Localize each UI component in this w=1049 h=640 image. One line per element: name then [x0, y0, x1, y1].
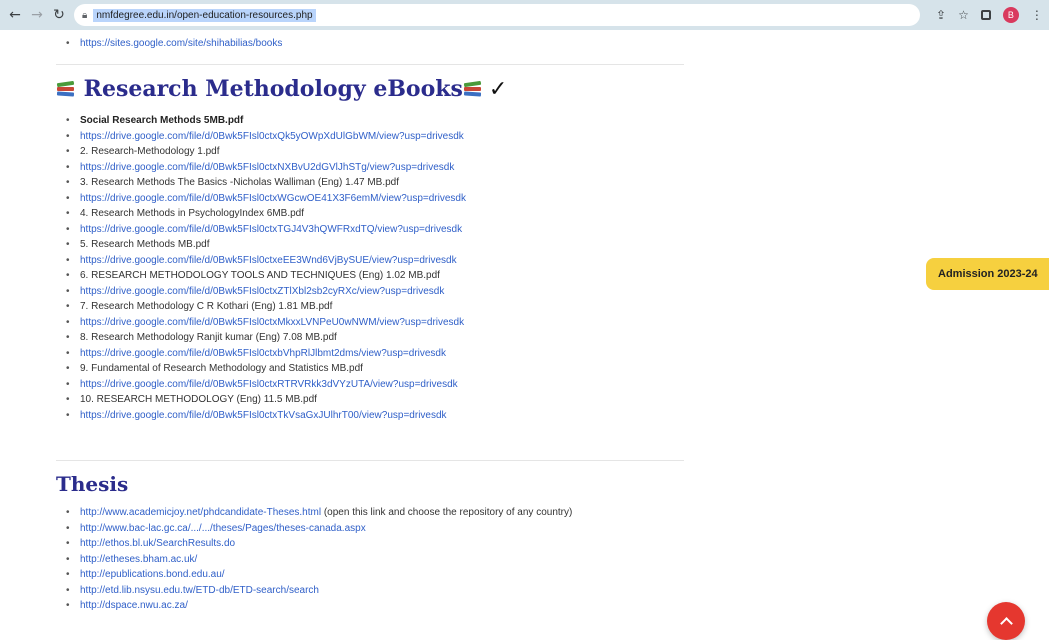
ebook-file-name: 5. Research Methods MB.pdf	[80, 239, 210, 250]
ebook-file-name: 7. Research Methodology C R Kothari (Eng…	[80, 301, 333, 312]
list-item: https://drive.google.com/file/d/0Bwk5FIs…	[66, 315, 466, 331]
list-item: 8. Research Methodology Ranjit kumar (En…	[66, 330, 466, 346]
list-item: https://drive.google.com/file/d/0Bwk5FIs…	[66, 160, 466, 176]
list-item: http://etheses.bham.ac.uk/	[66, 552, 666, 568]
list-item: 9. Fundamental of Research Methodology a…	[66, 361, 466, 377]
books-icon	[56, 80, 76, 97]
ebook-link[interactable]: https://drive.google.com/file/d/0Bwk5FIs…	[80, 131, 464, 142]
page-content: https://sites.google.com/site/shihabilia…	[0, 30, 1049, 640]
list-item: 2. Research-Methodology 1.pdf	[66, 144, 466, 160]
profile-avatar[interactable]: B	[1002, 7, 1019, 23]
ebooks-heading: Research Methodology eBooks ✓	[56, 76, 507, 102]
thesis-link[interactable]: http://etheses.bham.ac.uk/	[80, 554, 197, 565]
ebook-link[interactable]: https://drive.google.com/file/d/0Bwk5FIs…	[80, 286, 444, 297]
ebook-link[interactable]: https://drive.google.com/file/d/0Bwk5FIs…	[80, 410, 447, 421]
thesis-list: http://www.academicjoy.net/phdcandidate-…	[66, 505, 666, 614]
list-item: http://etd.lib.nsysu.edu.tw/ETD-db/ETD-s…	[66, 583, 666, 599]
ebooks-list: Social Research Methods 5MB.pdf https://…	[66, 113, 466, 423]
back-arrow-icon[interactable]: ←	[4, 4, 26, 26]
ebooks-title: Research Methodology eBooks	[83, 76, 463, 102]
list-item: 5. Research Methods MB.pdf	[66, 237, 466, 253]
ebook-link[interactable]: https://drive.google.com/file/d/0Bwk5FIs…	[80, 379, 458, 390]
check-mark-icon: ✓	[488, 77, 508, 102]
list-item: 3. Research Methods The Basics -Nicholas…	[66, 175, 466, 191]
ebook-file-name: 6. RESEARCH METHODOLOGY TOOLS AND TECHNI…	[80, 270, 440, 281]
list-item: http://epublications.bond.edu.au/	[66, 567, 666, 583]
ebook-file-name: 9. Fundamental of Research Methodology a…	[80, 363, 363, 374]
list-item: https://drive.google.com/file/d/0Bwk5FIs…	[66, 408, 466, 424]
address-bar[interactable]: 🔒︎ nmfdegree.edu.in/open-education-resou…	[74, 4, 920, 26]
thesis-link[interactable]: http://etd.lib.nsysu.edu.tw/ETD-db/ETD-s…	[80, 585, 319, 596]
url-text[interactable]: nmfdegree.edu.in/open-education-resource…	[93, 8, 316, 22]
bookmark-star-icon[interactable]: ☆	[958, 8, 969, 22]
list-item: 10. RESEARCH METHODOLOGY (Eng) 11.5 MB.p…	[66, 392, 466, 408]
thesis-note: (open this link and choose the repositor…	[323, 507, 573, 518]
top-link[interactable]: https://sites.google.com/site/shihabilia…	[80, 38, 282, 49]
list-item: http://www.bac-lac.gc.ca/.../.../theses/…	[66, 521, 666, 537]
thesis-link[interactable]: http://www.bac-lac.gc.ca/.../.../theses/…	[80, 523, 366, 534]
top-link-list: https://sites.google.com/site/shihabilia…	[66, 36, 282, 52]
ebook-link[interactable]: https://drive.google.com/file/d/0Bwk5FIs…	[80, 162, 454, 173]
ebook-file-name: 3. Research Methods The Basics -Nicholas…	[80, 177, 400, 188]
chevron-up-icon	[999, 616, 1013, 630]
list-item: 4. Research Methods in PsychologyIndex 6…	[66, 206, 466, 222]
ebook-file-name: 4. Research Methods in PsychologyIndex 6…	[80, 208, 305, 219]
thesis-link[interactable]: http://www.academicjoy.net/phdcandidate-…	[80, 507, 321, 518]
reload-icon[interactable]: ↻	[48, 4, 70, 26]
list-item: https://sites.google.com/site/shihabilia…	[66, 36, 282, 52]
thesis-link[interactable]: http://ethos.bl.uk/SearchResults.do	[80, 538, 235, 549]
ebook-file-name: 8. Research Methodology Ranjit kumar (En…	[80, 332, 337, 343]
thesis-link[interactable]: http://epublications.bond.edu.au/	[80, 569, 225, 580]
list-item: 6. RESEARCH METHODOLOGY TOOLS AND TECHNI…	[66, 268, 466, 284]
share-icon[interactable]: ⇪	[936, 8, 946, 22]
list-item: https://drive.google.com/file/d/0Bwk5FIs…	[66, 377, 466, 393]
list-item: http://dspace.nwu.ac.za/	[66, 598, 666, 614]
list-item: https://drive.google.com/file/d/0Bwk5FIs…	[66, 222, 466, 238]
ebook-file-name: 10. RESEARCH METHODOLOGY (Eng) 11.5 MB.p…	[80, 394, 317, 405]
scroll-to-top-button[interactable]	[987, 602, 1025, 640]
list-item: http://www.academicjoy.net/phdcandidate-…	[66, 505, 666, 521]
forward-arrow-icon[interactable]: →	[26, 4, 48, 26]
ebook-file-name: 2. Research-Methodology 1.pdf	[80, 146, 220, 157]
books-icon	[463, 80, 483, 97]
ebook-link[interactable]: https://drive.google.com/file/d/0Bwk5FIs…	[80, 255, 457, 266]
list-item: https://drive.google.com/file/d/0Bwk5FIs…	[66, 253, 466, 269]
ebook-file-name: Social Research Methods 5MB.pdf	[80, 115, 244, 126]
list-item: http://ethos.bl.uk/SearchResults.do	[66, 536, 666, 552]
divider	[56, 64, 684, 65]
ebook-link[interactable]: https://drive.google.com/file/d/0Bwk5FIs…	[80, 224, 462, 235]
list-item: Social Research Methods 5MB.pdf	[66, 113, 466, 129]
lock-icon[interactable]: 🔒︎	[82, 10, 87, 21]
list-item: https://drive.google.com/file/d/0Bwk5FIs…	[66, 129, 466, 145]
list-item: https://drive.google.com/file/d/0Bwk5FIs…	[66, 346, 466, 362]
list-item: https://drive.google.com/file/d/0Bwk5FIs…	[66, 191, 466, 207]
thesis-heading: Thesis	[56, 472, 129, 496]
browser-toolbar: ← → ↻ 🔒︎ nmfdegree.edu.in/open-education…	[0, 0, 1049, 30]
admission-button[interactable]: Admission 2023-24	[926, 258, 1049, 290]
list-item: https://drive.google.com/file/d/0Bwk5FIs…	[66, 284, 466, 300]
menu-kebab-icon[interactable]: ⋮	[1031, 8, 1043, 22]
thesis-link[interactable]: http://dspace.nwu.ac.za/	[80, 600, 188, 611]
ebook-link[interactable]: https://drive.google.com/file/d/0Bwk5FIs…	[80, 348, 446, 359]
ebook-link[interactable]: https://drive.google.com/file/d/0Bwk5FIs…	[80, 317, 464, 328]
side-panel-icon[interactable]	[980, 10, 991, 20]
ebook-link[interactable]: https://drive.google.com/file/d/0Bwk5FIs…	[80, 193, 466, 204]
list-item: 7. Research Methodology C R Kothari (Eng…	[66, 299, 466, 315]
divider	[56, 460, 684, 461]
